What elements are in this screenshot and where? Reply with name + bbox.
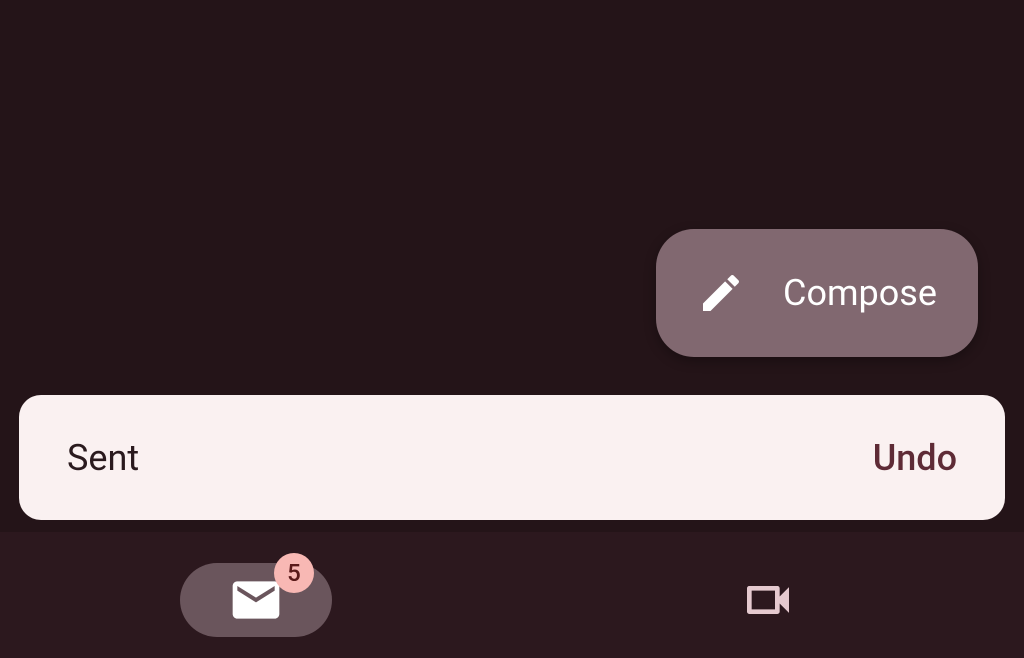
- nav-item-video[interactable]: [668, 563, 868, 637]
- compose-label: Compose: [783, 272, 937, 314]
- nav-pill-active: 5: [180, 563, 332, 637]
- nav-pill: [692, 563, 844, 637]
- snackbar: Sent Undo: [19, 395, 1005, 520]
- mail-badge: 5: [274, 553, 314, 593]
- nav-item-mail[interactable]: 5: [156, 563, 356, 637]
- compose-button[interactable]: Compose: [656, 229, 978, 357]
- undo-button[interactable]: Undo: [873, 437, 957, 479]
- snackbar-message: Sent: [67, 437, 139, 479]
- pencil-icon: [697, 269, 745, 317]
- bottom-navigation: 5: [0, 532, 1024, 658]
- video-icon: [740, 572, 796, 628]
